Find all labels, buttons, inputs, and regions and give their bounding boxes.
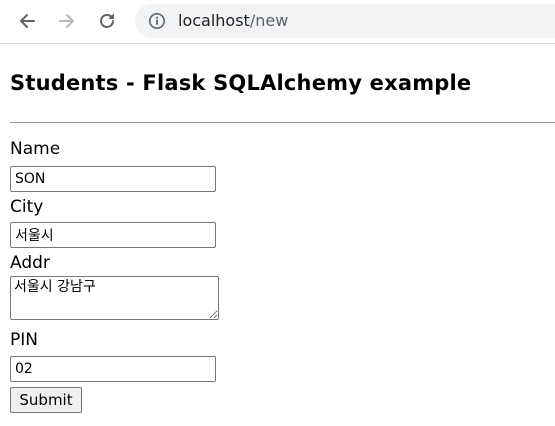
back-button[interactable] — [12, 6, 42, 36]
reload-icon — [100, 14, 114, 28]
city-field[interactable] — [10, 222, 216, 248]
forward-button[interactable] — [52, 6, 82, 36]
address-bar[interactable]: localhost/new — [135, 4, 555, 38]
address-url[interactable]: localhost/new — [178, 11, 288, 30]
pin-field[interactable] — [10, 356, 216, 382]
addr-field[interactable]: 서울시 강남구 — [10, 276, 219, 320]
name-field[interactable] — [10, 166, 216, 192]
url-path: /new — [249, 11, 289, 30]
back-arrow-icon — [20, 14, 35, 28]
addr-label: Addr — [10, 253, 50, 273]
title-divider — [10, 122, 555, 123]
pin-label: PIN — [10, 330, 38, 350]
page-title: Students - Flask SQLAlchemy example — [10, 71, 472, 95]
city-label: City — [10, 197, 44, 217]
submit-button[interactable]: Submit — [10, 387, 82, 413]
forward-arrow-icon — [59, 14, 74, 28]
name-label: Name — [10, 139, 61, 159]
info-icon[interactable] — [148, 12, 166, 30]
reload-button[interactable] — [92, 6, 122, 36]
url-host: localhost — [178, 11, 250, 30]
browser-toolbar: localhost/new — [0, 0, 555, 44]
